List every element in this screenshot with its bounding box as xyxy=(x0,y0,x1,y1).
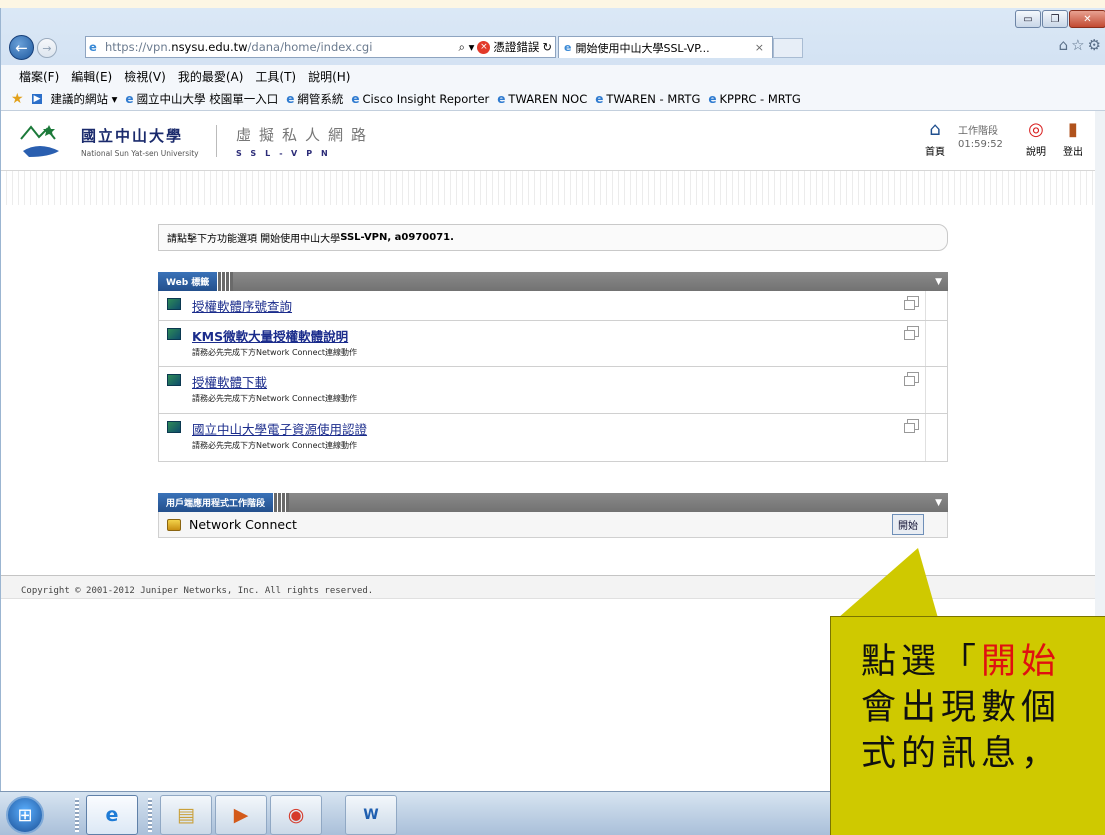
menu-edit[interactable]: 編輯(E) xyxy=(71,68,112,85)
network-connect-label: Network Connect xyxy=(189,517,297,532)
university-logo-icon xyxy=(20,125,59,157)
open-new-window-icon[interactable] xyxy=(904,326,919,340)
university-name: 國立中山大學 xyxy=(81,127,184,145)
web-bookmark-icon xyxy=(167,421,181,433)
session-time: 01:59:52 xyxy=(958,139,1003,150)
open-new-window-icon[interactable] xyxy=(904,372,919,386)
back-button[interactable]: ← xyxy=(9,35,34,60)
ie-icon: e xyxy=(595,91,604,106)
menu-favorites[interactable]: 我的最愛(A) xyxy=(178,68,244,85)
bookmark-link[interactable]: 國立中山大學電子資源使用認證 xyxy=(192,419,367,438)
favorite-link[interactable]: e 網管系統 xyxy=(286,91,343,107)
media-player-icon[interactable]: ▶ xyxy=(215,795,267,835)
close-window-button[interactable]: ✕ xyxy=(1069,10,1105,28)
browser-chrome: ▭ ❐ ✕ ← → e https://vpn.nsysu.edu.tw/dan… xyxy=(1,8,1105,111)
web-bookmark-icon xyxy=(167,298,181,310)
start-button[interactable]: 開始 xyxy=(892,514,924,535)
certificate-error-icon[interactable]: × xyxy=(477,40,491,54)
university-name-en: National Sun Yat-sen University xyxy=(81,149,199,158)
callout-line-2: 會出現數個 xyxy=(861,688,1062,728)
maximize-button[interactable]: ❐ xyxy=(1042,10,1068,28)
header-stripe xyxy=(1,171,1096,205)
favorite-link[interactable]: e Cisco Insight Reporter xyxy=(351,92,489,106)
ie-tab-icon: e xyxy=(564,41,572,54)
header-divider xyxy=(216,125,217,157)
favorite-link[interactable]: e TWAREN NOC xyxy=(497,92,587,106)
address-bar[interactable]: e https://vpn.nsysu.edu.tw/dana/home/ind… xyxy=(85,36,556,58)
url-text[interactable]: https://vpn.nsysu.edu.tw/dana/home/index… xyxy=(105,40,458,54)
welcome-message: 請點擊下方功能選項 開始使用中山大學 SSL-VPN, a0970071. xyxy=(158,224,948,251)
suggested-sites-icon: ▶ xyxy=(31,93,43,104)
bookmark-note: 請務必先完成下方Network Connect連線動作 xyxy=(192,348,358,357)
forward-button[interactable]: → xyxy=(37,38,57,58)
web-bookmark-icon xyxy=(167,374,181,386)
word-icon[interactable]: W xyxy=(345,795,397,835)
certificate-error-label[interactable]: 憑證錯誤 xyxy=(493,39,539,55)
logout-button[interactable]: ▮ 登出 xyxy=(1063,119,1083,159)
vpn-subtitle: SSL-VPN xyxy=(236,149,337,158)
search-icon[interactable]: ⌕ ▾ xyxy=(458,40,474,55)
minimize-button[interactable]: ▭ xyxy=(1015,10,1041,28)
callout-line-3: 式的訊息， xyxy=(861,734,1062,774)
menu-help[interactable]: 說明(H) xyxy=(308,68,350,85)
list-item: KMS微軟大量授權軟體說明 請務必先完成下方Network Connect連線動… xyxy=(158,321,948,367)
suggested-sites[interactable]: 建議的網站 ▾ xyxy=(50,91,117,107)
open-new-window-icon[interactable] xyxy=(904,419,919,433)
ie-page-icon: e xyxy=(89,40,97,54)
site-header: 國立中山大學 National Sun Yat-sen University 虛… xyxy=(1,111,1096,171)
menu-view[interactable]: 檢視(V) xyxy=(124,68,166,85)
bookmark-link[interactable]: 授權軟體下載 xyxy=(192,372,267,391)
callout-pointer xyxy=(838,548,938,618)
session-info: 工作階段 01:59:52 xyxy=(958,126,1003,150)
menu-file[interactable]: 檔案(F) xyxy=(19,68,59,85)
tab-title: 開始使用中山大學SSL-VP... xyxy=(575,41,710,55)
open-new-window-icon[interactable] xyxy=(904,296,919,310)
door-icon: ▮ xyxy=(1068,119,1078,140)
list-item: 授權軟體序號查詢 xyxy=(158,291,948,321)
bookmark-note: 請務必先完成下方Network Connect連線動作 xyxy=(192,394,358,403)
collapse-chevron-icon[interactable]: ▼ xyxy=(935,498,942,508)
favorites-bar: ★ ▶ 建議的網站 ▾ e 國立中山大學 校園單一入口 e 網管系統 e Cisco … xyxy=(1,87,1105,111)
callout-line-1: 點選「開始 xyxy=(861,642,1062,682)
new-tab-button[interactable] xyxy=(773,38,803,58)
ie-icon: e xyxy=(286,91,295,106)
web-bookmarks-title: Web 標籤 xyxy=(158,272,218,291)
chrome-icon[interactable]: ◉ xyxy=(270,795,322,835)
menu-bar: 檔案(F) 編輯(E) 檢視(V) 我的最愛(A) 工具(T) 說明(H) xyxy=(1,65,1105,87)
client-apps-header: 用戶端應用程式工作階段 ▼ xyxy=(158,493,948,512)
browser-tab[interactable]: e 開始使用中山大學SSL-VP... × xyxy=(558,36,773,58)
help-button[interactable]: ◎ 說明 xyxy=(1026,119,1046,159)
home-favorites-settings-icons[interactable]: ⌂☆⚙ xyxy=(1059,36,1104,54)
home-button[interactable]: ⌂ 首頁 xyxy=(925,119,945,159)
bookmark-link[interactable]: 授權軟體序號查詢 xyxy=(192,296,292,315)
client-apps-title: 用戶端應用程式工作階段 xyxy=(158,493,274,512)
ie-icon: e xyxy=(351,91,360,106)
list-item: 授權軟體下載 請務必先完成下方Network Connect連線動作 xyxy=(158,367,948,414)
favorite-link[interactable]: e KPPRC - MRTG xyxy=(708,92,800,106)
network-connect-row: Network Connect 開始 xyxy=(158,512,948,538)
favorites-star-icon[interactable]: ★ xyxy=(11,91,24,107)
favorite-link[interactable]: e TWAREN - MRTG xyxy=(595,92,700,106)
ie-icon: e xyxy=(125,91,134,106)
web-bookmark-icon xyxy=(167,328,181,340)
web-bookmarks-header: Web 標籤 ▼ xyxy=(158,272,948,291)
tab-close-icon[interactable]: × xyxy=(755,41,764,54)
refresh-icon[interactable]: ↻ xyxy=(542,40,552,54)
ie-icon: e xyxy=(497,91,506,106)
vpn-title: 虛擬私人網路 xyxy=(236,126,375,144)
list-item: 國立中山大學電子資源使用認證 請務必先完成下方Network Connect連線… xyxy=(158,414,948,462)
bookmark-note: 請務必先完成下方Network Connect連線動作 xyxy=(192,441,358,450)
bookmark-link[interactable]: KMS微軟大量授權軟體說明 xyxy=(192,326,348,345)
start-orb-icon[interactable]: ⊞ xyxy=(6,796,44,834)
favorite-link[interactable]: e 國立中山大學 校園單一入口 xyxy=(125,91,278,107)
lock-icon xyxy=(167,518,181,531)
lifebuoy-icon: ◎ xyxy=(1028,119,1044,140)
file-explorer-icon[interactable]: ▤ xyxy=(160,795,212,835)
ie-taskbar-icon[interactable]: e xyxy=(86,795,138,835)
home-icon: ⌂ xyxy=(929,119,941,140)
instruction-callout: 點選「開始 會出現數個 式的訊息， xyxy=(830,616,1105,835)
menu-tools[interactable]: 工具(T) xyxy=(255,68,296,85)
collapse-chevron-icon[interactable]: ▼ xyxy=(935,277,942,287)
ie-icon: e xyxy=(708,91,717,106)
